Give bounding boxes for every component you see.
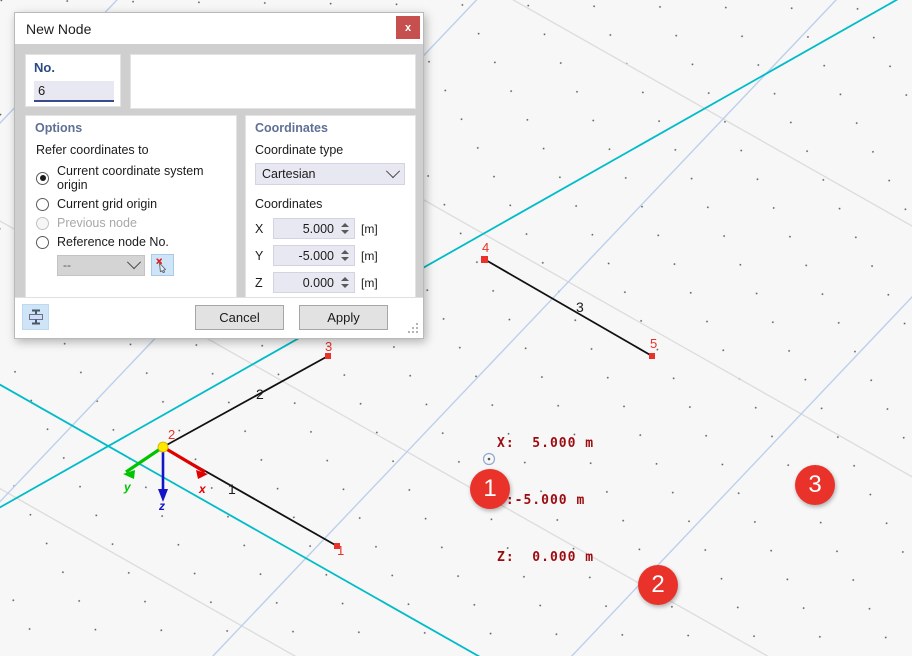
coordinate-value-x: 5.000 — [302, 221, 334, 236]
coordinates-label: Coordinates — [255, 197, 323, 211]
radio-label-current-cs-origin: Current coordinate system origin — [57, 164, 204, 192]
dialog-body: No. Options Refer coordinates to Current… — [15, 44, 423, 338]
options-group-title: Options — [35, 121, 83, 135]
annotation-badge-1: 1 — [470, 469, 510, 509]
coordinates-group: Coordinates Coordinate type Cartesian Co… — [245, 115, 416, 299]
unit-x: [m] — [361, 221, 378, 236]
node-marker-4 — [481, 256, 488, 263]
spinner-z[interactable] — [339, 274, 350, 291]
dialog-title: New Node — [26, 20, 92, 37]
spinner-down-icon[interactable] — [340, 230, 349, 234]
node-marker-3 — [325, 353, 331, 359]
resize-grip[interactable] — [408, 323, 420, 335]
radio-current-grid-origin[interactable]: Current grid origin — [36, 197, 228, 211]
coordinate-type-value: Cartesian — [262, 167, 316, 181]
node-number-label: No. — [34, 60, 55, 75]
radio-icon-current-cs-origin[interactable] — [36, 171, 49, 185]
pick-node-icon — [156, 257, 166, 273]
radio-label-previous-node: Previous node — [57, 216, 137, 230]
radio-icon-current-grid-origin[interactable] — [36, 197, 49, 211]
dialog-footer: Cancel Apply — [15, 297, 423, 338]
chevron-down-icon — [385, 164, 401, 179]
unit-z: [m] — [361, 275, 378, 290]
spinner-up-icon[interactable] — [340, 250, 349, 254]
annotation-badge-3: 3 — [795, 465, 835, 505]
radio-previous-node: Previous node — [36, 216, 228, 230]
node-description-card[interactable] — [130, 54, 416, 109]
coordinate-type-select[interactable]: Cartesian — [255, 163, 405, 185]
coordinate-value-z: 0.000 — [302, 275, 334, 290]
spinner-down-icon[interactable] — [340, 284, 349, 288]
reference-node-row: -- — [57, 254, 228, 276]
cancel-button[interactable]: Cancel — [195, 305, 284, 330]
reference-node-select[interactable]: -- — [57, 254, 145, 276]
options-group: Options Refer coordinates to Current coo… — [25, 115, 237, 299]
radio-label-current-grid-origin: Current grid origin — [57, 197, 158, 211]
radio-icon-previous-node — [36, 216, 49, 230]
new-node-dialog[interactable]: New Node x No. Options Refer coordinates… — [14, 12, 424, 339]
refer-coordinates-label: Refer coordinates to — [36, 143, 149, 157]
coordinate-row-y: Y -5.000 [m] — [255, 245, 407, 266]
node-marker-5 — [649, 353, 655, 359]
chevron-down-icon — [126, 255, 142, 270]
coordinate-type-label: Coordinate type — [255, 143, 344, 157]
snap-settings-button[interactable] — [22, 304, 49, 330]
coordinate-input-x[interactable]: 5.000 — [273, 218, 355, 239]
node-number-input[interactable] — [34, 81, 114, 102]
coordinate-value-y: -5.000 — [298, 248, 334, 263]
dialog-titlebar[interactable]: New Node x — [15, 13, 423, 44]
axis-label-y: Y — [255, 248, 264, 263]
spinner-up-icon[interactable] — [340, 277, 349, 281]
coordinate-input-z[interactable]: 0.000 — [273, 272, 355, 293]
radio-icon-reference-node-no[interactable] — [36, 235, 49, 249]
radio-reference-node-no[interactable]: Reference node No. — [36, 235, 228, 249]
axis-label-z: Z — [255, 275, 263, 290]
spinner-x[interactable] — [339, 220, 350, 237]
coordinate-row-x: X 5.000 [m] — [255, 218, 407, 239]
node-marker-1 — [334, 543, 340, 549]
radio-current-coordinate-system-origin[interactable]: Current coordinate system origin — [36, 164, 228, 192]
coordinate-input-y[interactable]: -5.000 — [273, 245, 355, 266]
spinner-up-icon[interactable] — [340, 223, 349, 227]
node-number-card: No. — [25, 54, 121, 107]
pick-node-button[interactable] — [151, 254, 174, 276]
coordinates-group-title: Coordinates — [255, 121, 328, 135]
apply-button[interactable]: Apply — [299, 305, 388, 330]
reference-node-select-value: -- — [63, 258, 71, 272]
axis-label-x: X — [255, 221, 264, 236]
origin-node — [157, 441, 169, 453]
annotation-badge-2: 2 — [638, 565, 678, 605]
close-icon[interactable]: x — [396, 16, 420, 39]
spinner-y[interactable] — [339, 247, 350, 264]
radio-label-reference-node-no: Reference node No. — [57, 235, 169, 249]
unit-y: [m] — [361, 248, 378, 263]
snap-settings-icon — [28, 309, 43, 325]
coordinate-row-z: Z 0.000 [m] — [255, 272, 407, 293]
spinner-down-icon[interactable] — [340, 257, 349, 261]
